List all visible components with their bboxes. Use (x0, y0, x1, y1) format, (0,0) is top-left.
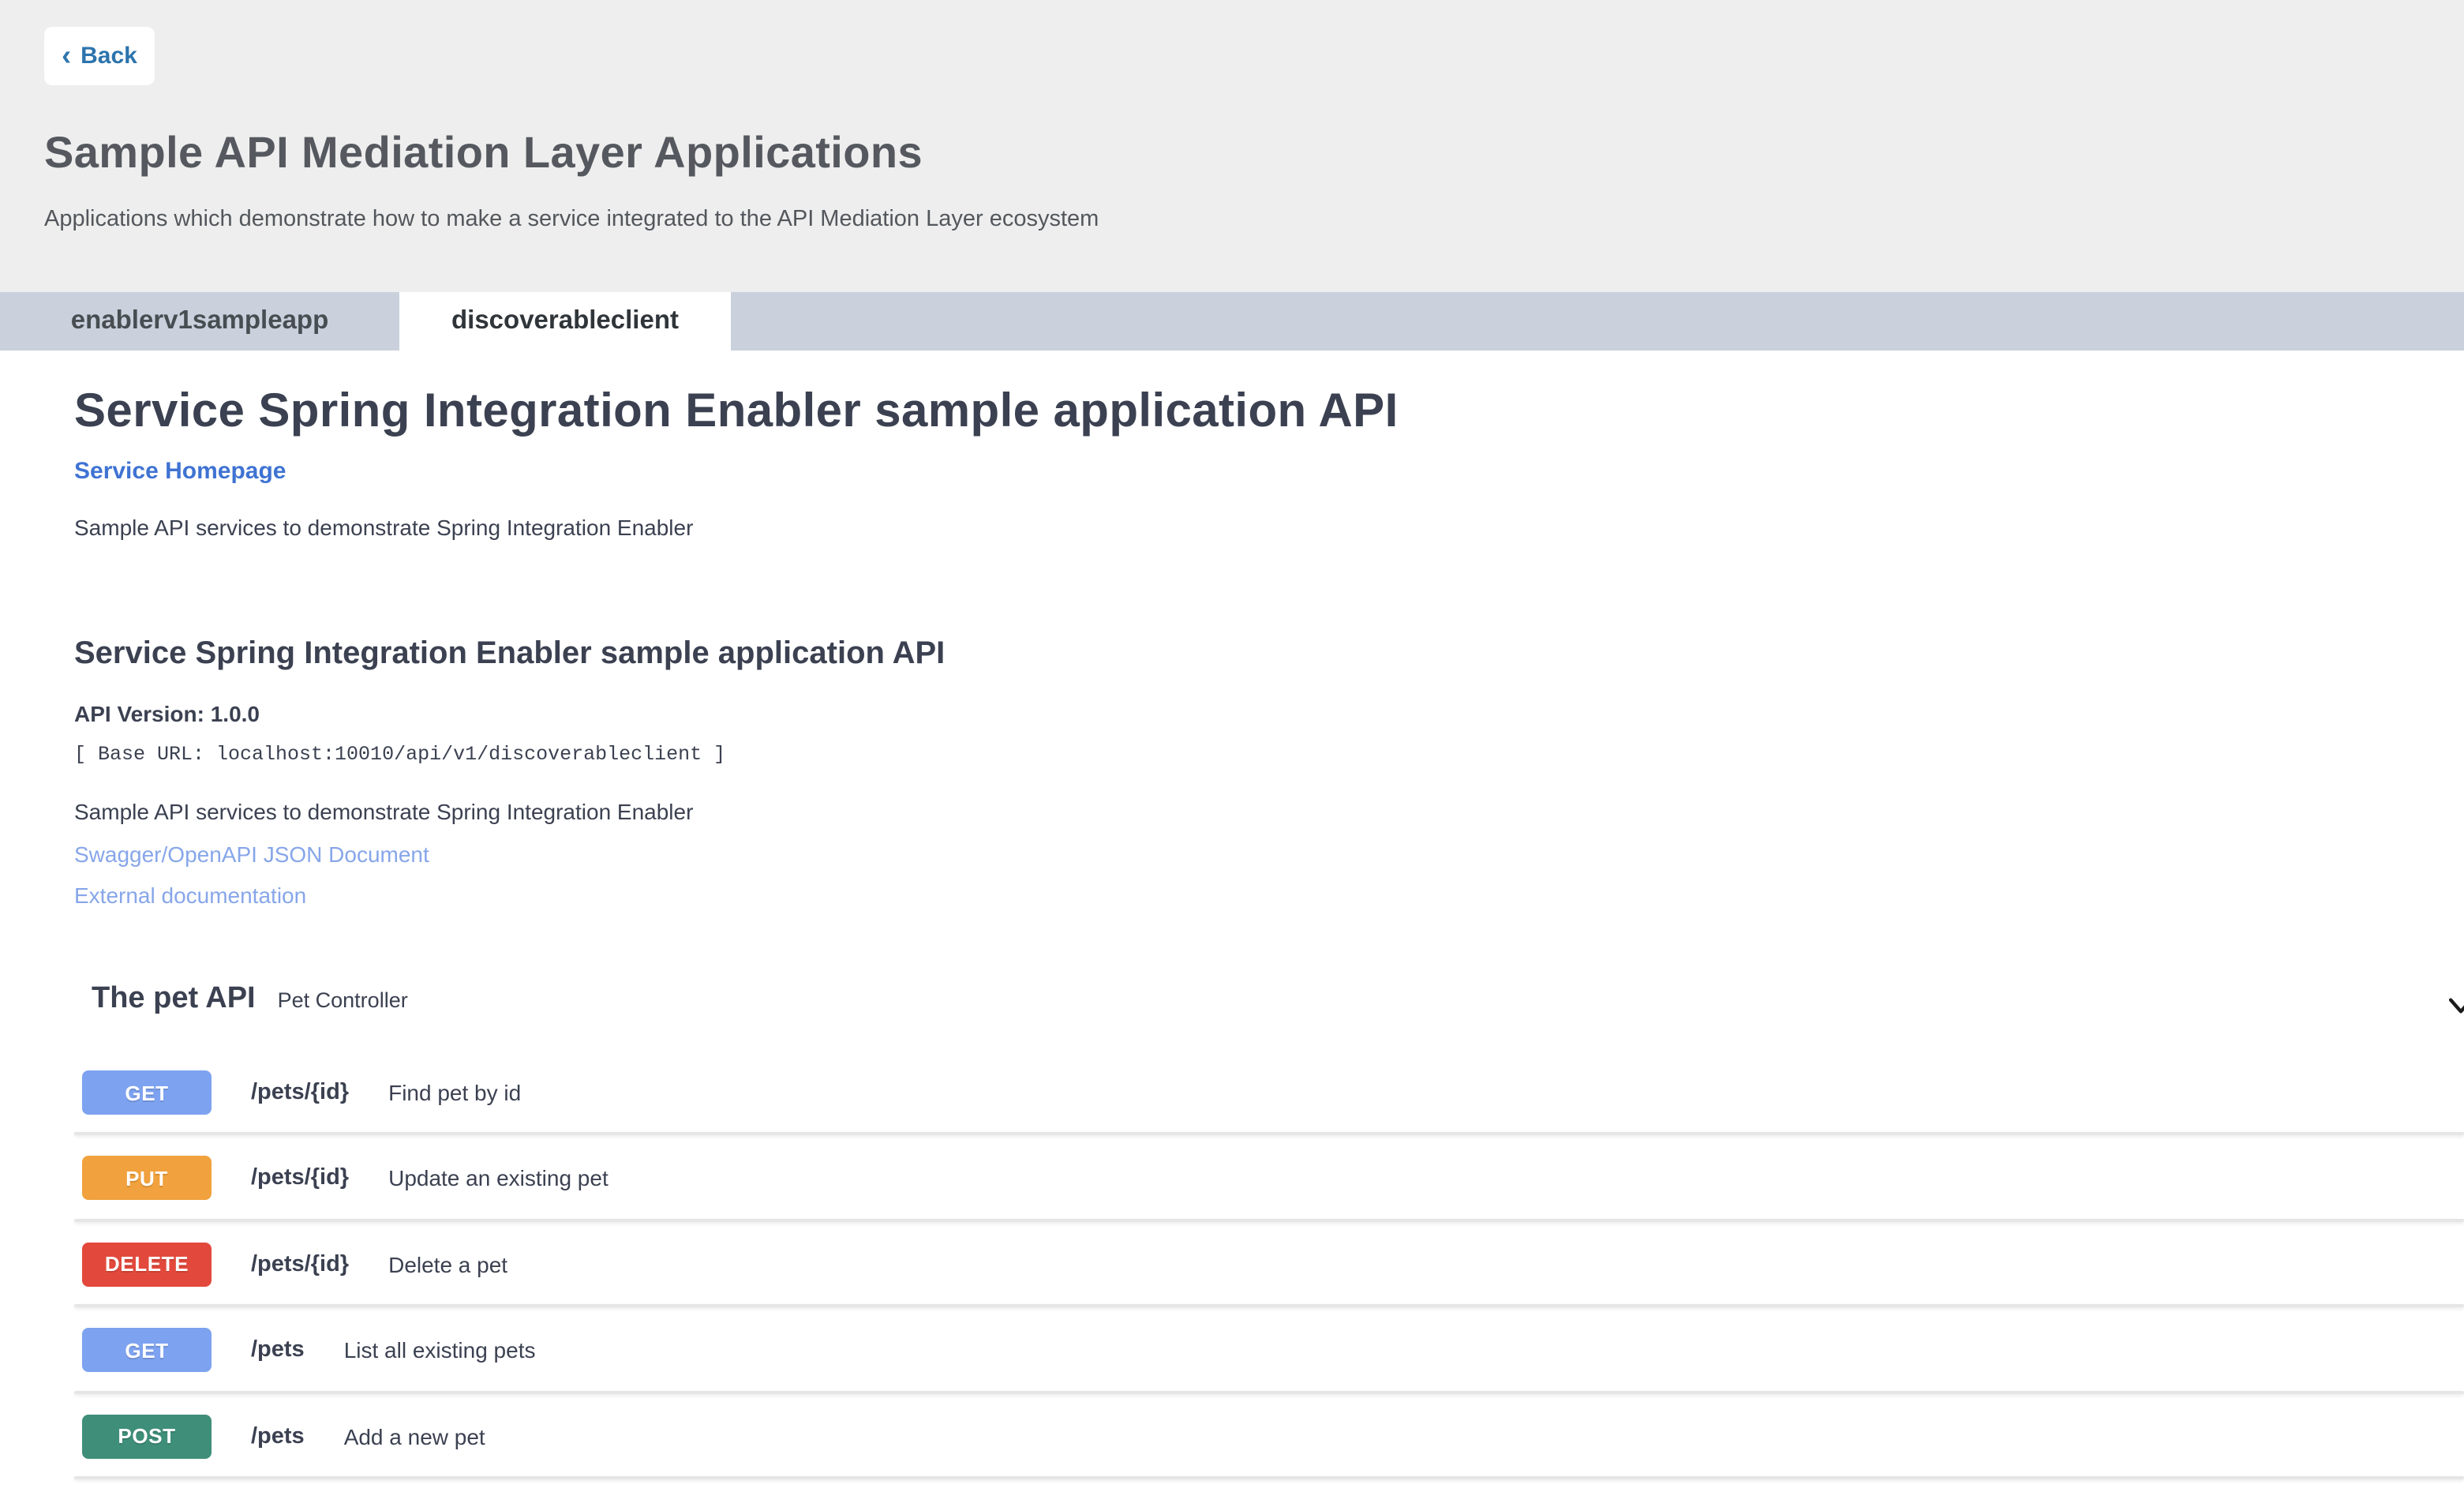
service-homepage-link[interactable]: Service Homepage (74, 458, 286, 485)
method-badge-delete: DELETE (82, 1243, 212, 1287)
operation-row[interactable]: GET /pets/{id} Find pet by id (74, 1050, 2464, 1136)
method-badge-put: PUT (82, 1156, 212, 1201)
operation-row[interactable]: DELETE /pets/{id} Delete a pet (74, 1222, 2464, 1308)
service-description: Sample API services to demonstrate Sprin… (74, 515, 693, 540)
api-doc-title: Service Spring Integration Enabler sampl… (74, 636, 945, 673)
service-title: Service Spring Integration Enabler sampl… (74, 385, 1399, 439)
pet-api-subtitle: Pet Controller (278, 988, 408, 1012)
pet-api-section-header: The pet API Pet Controller (92, 982, 408, 1017)
page-title: Sample API Mediation Layer Applications (44, 128, 923, 178)
operation-path: /pets (251, 1337, 305, 1363)
page: ‹ Back Sample API Mediation Layer Applic… (0, 0, 2464, 1492)
swagger-json-link[interactable]: Swagger/OpenAPI JSON Document (74, 842, 429, 867)
back-button-label: Back (81, 43, 137, 69)
base-url: [ Base URL: localhost:10010/api/v1/disco… (74, 744, 725, 766)
operation-path: /pets/{id} (251, 1080, 349, 1105)
operation-path: /pets/{id} (251, 1252, 349, 1277)
tab-discoverableclient[interactable]: discoverableclient (399, 292, 731, 351)
operation-summary: Delete a pet (388, 1252, 507, 1277)
operation-summary: List all existing pets (344, 1337, 536, 1363)
page-subtitle: Applications which demonstrate how to ma… (44, 207, 1099, 232)
operation-summary: Update an existing pet (388, 1166, 609, 1191)
operation-summary: Add a new pet (344, 1423, 485, 1449)
operation-path: /pets/{id} (251, 1166, 349, 1191)
back-button[interactable]: ‹ Back (44, 27, 155, 85)
tab-bar: enablerv1sampleapp discoverableclient (0, 292, 2464, 351)
chevron-left-icon: ‹ (62, 40, 71, 69)
method-badge-get: GET (82, 1328, 212, 1372)
external-doc-link[interactable]: External documentation (74, 883, 306, 908)
operation-summary: Find pet by id (388, 1080, 521, 1105)
operation-row[interactable]: POST /pets Add a new pet (74, 1393, 2464, 1479)
api-version: API Version: 1.0.0 (74, 701, 260, 726)
operation-row[interactable]: GET /pets List all existing pets (74, 1307, 2464, 1393)
method-badge-get: GET (82, 1070, 212, 1115)
api-doc-description: Sample API services to demonstrate Sprin… (74, 799, 693, 824)
chevron-down-icon[interactable] (2443, 988, 2464, 1023)
operations-list: GET /pets/{id} Find pet by id PUT /pets/… (74, 1050, 2464, 1479)
pet-api-title: The pet API (92, 982, 256, 1017)
row-divider (74, 1476, 2464, 1479)
operation-row[interactable]: PUT /pets/{id} Update an existing pet (74, 1136, 2464, 1222)
method-badge-post: POST (82, 1414, 212, 1458)
app-header: ‹ Back Sample API Mediation Layer Applic… (0, 0, 2464, 292)
tab-enablerv1sampleapp[interactable]: enablerv1sampleapp (0, 292, 399, 351)
operation-path: /pets (251, 1423, 305, 1449)
